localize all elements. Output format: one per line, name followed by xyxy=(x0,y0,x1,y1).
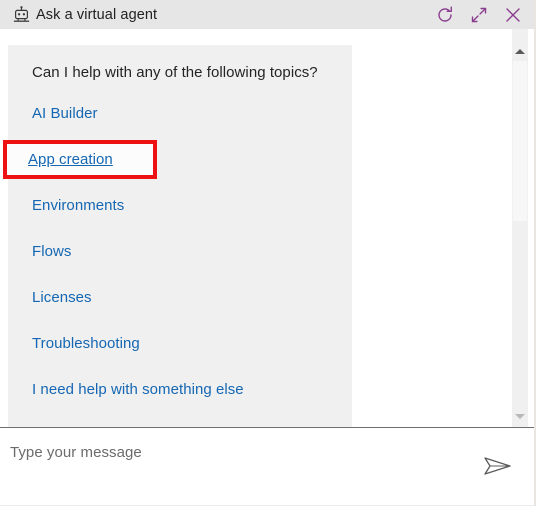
titlebar-actions xyxy=(428,0,530,29)
bot-message-bubble: Can I help with any of the following top… xyxy=(8,45,352,427)
send-paper-plane-icon xyxy=(483,454,513,483)
suggestion-link-troubleshooting[interactable]: Troubleshooting xyxy=(32,321,140,367)
annotation-highlight-box: App creation xyxy=(3,140,157,179)
bot-message-content: Can I help with any of the following top… xyxy=(8,45,352,427)
chat-scrollbar[interactable] xyxy=(512,29,528,427)
suggestion-link-licenses[interactable]: Licenses xyxy=(32,275,92,321)
virtual-agent-window: Ask a virtual agent Can I help with any … xyxy=(0,0,536,506)
suggestion-link-ai-builder[interactable]: AI Builder xyxy=(32,91,98,137)
minimize-icon xyxy=(469,5,489,25)
close-icon xyxy=(503,5,523,25)
bot-prompt-text: Can I help with any of the following top… xyxy=(32,64,318,81)
scroll-down-arrow-icon xyxy=(515,414,525,419)
suggestion-link-something-else[interactable]: I need help with something else xyxy=(32,367,244,413)
refresh-icon xyxy=(435,5,455,25)
suggestion-link-flows[interactable]: Flows xyxy=(32,229,71,275)
chat-transcript: Can I help with any of the following top… xyxy=(0,29,536,427)
window-title: Ask a virtual agent xyxy=(36,6,158,23)
message-input[interactable] xyxy=(10,444,450,461)
robot-icon xyxy=(8,0,34,29)
scroll-up-arrow-icon xyxy=(515,49,525,54)
suggestion-link-environments[interactable]: Environments xyxy=(32,183,124,229)
send-button[interactable] xyxy=(476,450,520,486)
window-titlebar: Ask a virtual agent xyxy=(0,0,536,29)
suggestion-link-app-creation[interactable]: App creation xyxy=(28,151,113,169)
minimize-button[interactable] xyxy=(462,0,496,29)
message-composer xyxy=(0,427,536,506)
scrollbar-thumb[interactable] xyxy=(513,61,527,221)
refresh-button[interactable] xyxy=(428,0,462,29)
scroll-up-button[interactable] xyxy=(512,43,528,60)
close-button[interactable] xyxy=(496,0,530,29)
scroll-down-button[interactable] xyxy=(512,408,528,425)
